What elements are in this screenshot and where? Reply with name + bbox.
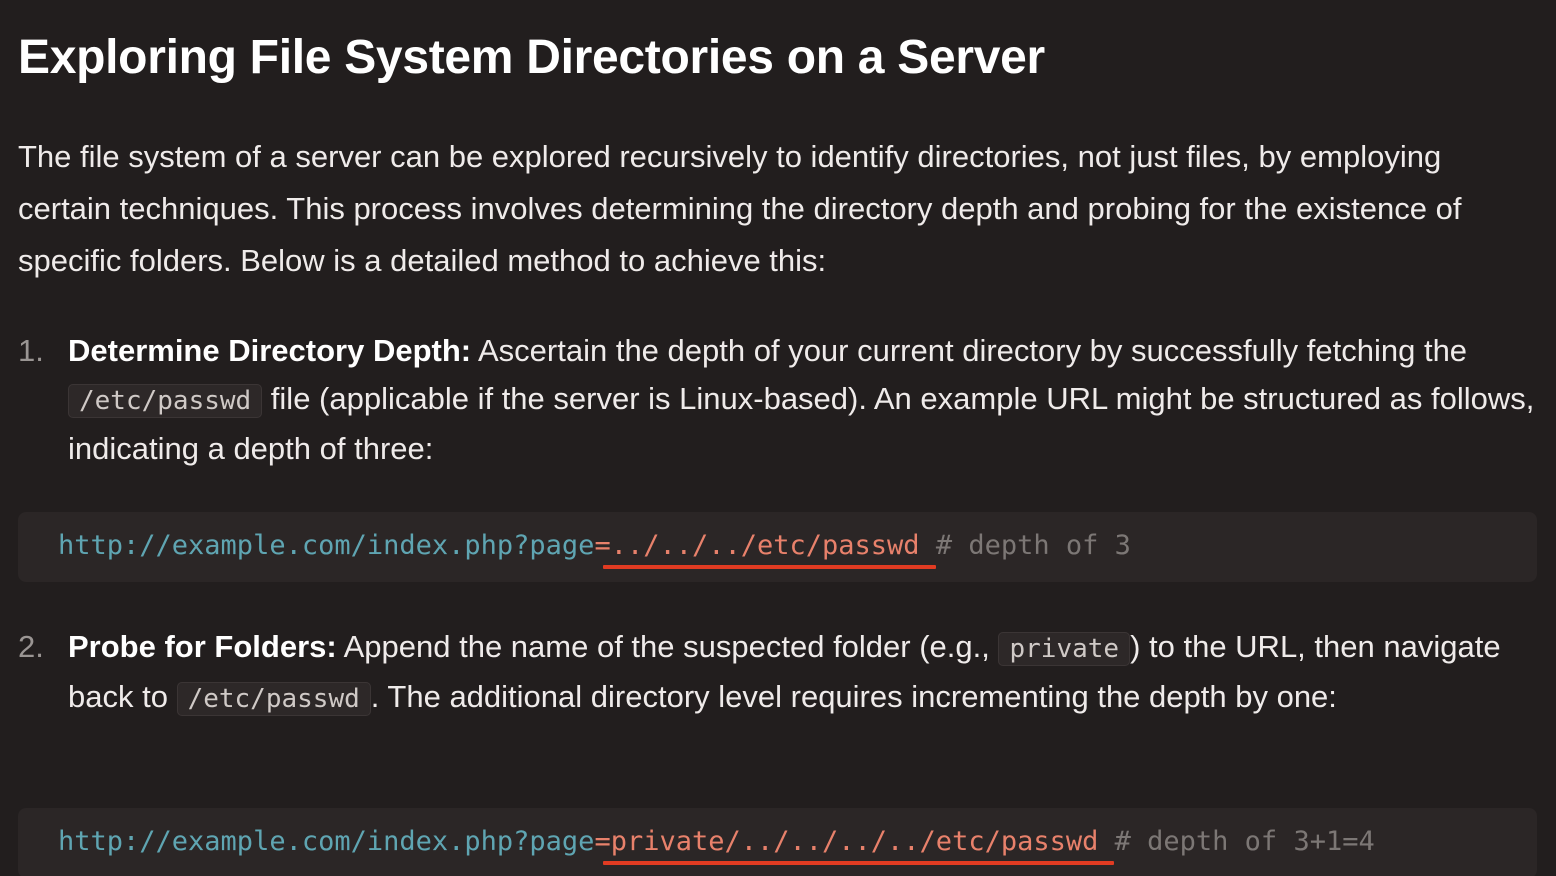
code-line: http://example.com/index.php?page=privat… — [58, 822, 1375, 862]
inline-code-private: private — [998, 632, 1131, 666]
inline-code-etc-passwd: /etc/passwd — [68, 384, 263, 418]
list-number: 2. — [18, 629, 44, 664]
code-url: http://example.com/index.php?page — [58, 826, 595, 857]
step-2-heading: Probe for Folders: — [68, 629, 337, 664]
code-equals: = — [594, 826, 611, 857]
step-2-text-a: Append the name of the suspected folder … — [336, 629, 999, 664]
code-block-depth-3: http://example.com/index.php?page=../../… — [18, 512, 1537, 582]
code-path-underlined: private/../../../../etc/passwd — [610, 826, 1099, 857]
step-1-text-b: file (applicable if the server is Linux-… — [68, 381, 1535, 466]
step-2-text: Probe for Folders: Append the name of th… — [68, 623, 1543, 723]
code-path-underlined: ../../../etc/passwd — [610, 530, 920, 561]
code-equals: = — [594, 530, 611, 561]
step-2-text-c: . The additional directory level require… — [370, 679, 1337, 714]
step-1-text-a: Ascertain the depth of your current dire… — [471, 333, 1468, 368]
step-1-text: Determine Directory Depth: Ascertain the… — [68, 327, 1543, 473]
code-block-depth-4: http://example.com/index.php?page=privat… — [18, 808, 1537, 876]
code-comment: # depth of 3+1=4 — [1098, 826, 1375, 857]
code-comment: # depth of 3 — [919, 530, 1131, 561]
code-url: http://example.com/index.php?page — [58, 530, 595, 561]
list-number: 1. — [18, 333, 44, 368]
step-1-heading: Determine Directory Depth: — [68, 333, 472, 368]
inline-code-etc-passwd: /etc/passwd — [176, 682, 371, 716]
page-title: Exploring File System Directories on a S… — [18, 31, 1045, 84]
list-item-step-2: 2. Probe for Folders: Append the name of… — [18, 623, 1548, 773]
list-item-step-1: 1. Determine Directory Depth: Ascertain … — [18, 327, 1548, 477]
code-line: http://example.com/index.php?page=../../… — [58, 526, 1131, 566]
intro-paragraph: The file system of a server can be explo… — [18, 139, 1462, 278]
